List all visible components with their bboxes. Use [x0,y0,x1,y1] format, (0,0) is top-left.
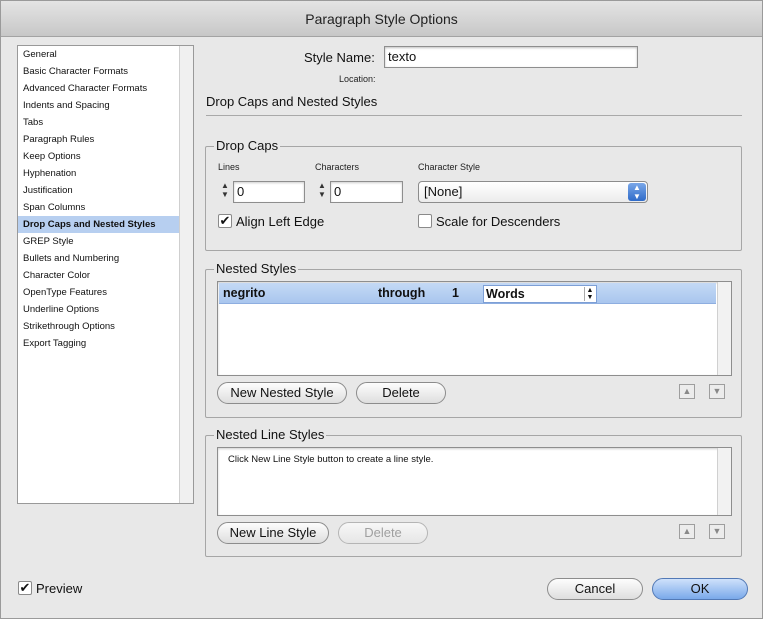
section-divider [206,115,742,116]
characters-stepper-arrows-icon[interactable]: ▲ ▼ [315,181,329,203]
scale-descenders-checkbox[interactable] [418,214,432,228]
drop-caps-title: Drop Caps [214,138,281,153]
sidebar-item[interactable]: GREP Style [18,233,180,250]
unit-select-arrows-icon: ▲ ▼ [584,287,595,301]
nested-style-name[interactable]: negrito [223,283,265,304]
nested-style-count[interactable]: 1 [452,283,459,304]
sidebar-item[interactable]: Tabs [18,114,180,131]
sidebar-item[interactable]: Hyphenation [18,165,180,182]
nested-style-mode[interactable]: through [378,283,425,304]
sidebar-item[interactable]: Justification [18,182,180,199]
cancel-button[interactable]: Cancel [547,578,643,600]
preview-checkbox[interactable]: ✔ [18,581,32,595]
sidebar-item[interactable]: Export Tagging [18,335,180,352]
character-style-label: Character Style [418,162,481,172]
ok-button[interactable]: OK [652,578,748,600]
line-move-down-triangle-icon[interactable]: ▼ [709,524,725,539]
new-nested-style-button[interactable]: New Nested Style [217,382,347,404]
style-name-label: Style Name: [304,50,375,65]
window-title: Paragraph Style Options [1,1,762,37]
dialog-window: Paragraph Style Options General Basic Cha… [0,0,763,619]
sidebar-item[interactable]: Drop Caps and Nested Styles [18,216,180,233]
delete-line-style-button[interactable]: Delete [338,522,428,544]
line-style-hint: Click New Line Style button to create a … [228,454,434,465]
nested-line-styles-title: Nested Line Styles [214,427,327,442]
sidebar-item[interactable]: Strikethrough Options [18,318,180,335]
sidebar-item[interactable]: Underline Options [18,301,180,318]
sidebar-item[interactable]: Keep Options [18,148,180,165]
nested-styles-scrollbar[interactable] [717,282,731,375]
nested-style-unit-select[interactable]: Words ▲ ▼ [483,285,597,303]
sidebar-item[interactable]: Advanced Character Formats [18,80,180,97]
characters-input[interactable]: 0 [330,181,403,203]
nested-styles-title: Nested Styles [214,261,299,276]
characters-label: Characters [315,162,360,172]
nested-styles-list[interactable]: negrito through 1 Words ▲ ▼ [217,281,732,376]
sidebar-item[interactable]: Indents and Spacing [18,97,180,114]
nested-style-row[interactable]: negrito through 1 Words ▲ ▼ [219,283,716,304]
style-name-input[interactable]: texto [384,46,638,68]
lines-stepper-arrows-icon[interactable]: ▲ ▼ [218,181,232,203]
lines-input[interactable]: 0 [233,181,305,203]
preview-label: Preview [36,581,83,596]
sidebar-item[interactable]: Basic Character Formats [18,63,180,80]
sidebar-item[interactable]: Character Color [18,267,180,284]
move-down-triangle-icon[interactable]: ▼ [709,384,725,399]
scale-descenders-label: Scale for Descenders [436,214,561,229]
section-title: Drop Caps and Nested Styles [206,94,378,109]
delete-nested-style-button[interactable]: Delete [356,382,446,404]
location-label: Location: [339,74,376,84]
nested-line-styles-list[interactable]: Click New Line Style button to create a … [217,447,732,516]
sidebar-item[interactable]: Bullets and Numbering [18,250,180,267]
move-up-triangle-icon[interactable]: ▲ [679,384,695,399]
character-style-select[interactable]: [None] ▲ ▼ [418,181,648,203]
align-left-edge-label: Align Left Edge [236,214,325,229]
character-style-value: [None] [424,184,463,199]
sidebar-item[interactable]: Span Columns [18,199,180,216]
nested-style-unit: Words [486,287,525,301]
sidebar-scrollbar[interactable] [179,46,193,503]
sidebar-item[interactable]: Paragraph Rules [18,131,180,148]
line-move-up-triangle-icon[interactable]: ▲ [679,524,695,539]
lines-label: Lines [218,162,240,172]
align-left-edge-checkbox[interactable]: ✔ [218,214,232,228]
sidebar-item[interactable]: OpenType Features [18,284,180,301]
category-list: General Basic Character Formats Advanced C… [18,46,180,503]
select-arrows-icon: ▲ ▼ [628,183,646,201]
sidebar-item[interactable]: General [18,46,180,63]
new-line-style-button[interactable]: New Line Style [217,522,329,544]
nested-line-styles-scrollbar[interactable] [717,448,731,515]
category-sidebar[interactable]: General Basic Character Formats Advanced C… [17,45,194,504]
